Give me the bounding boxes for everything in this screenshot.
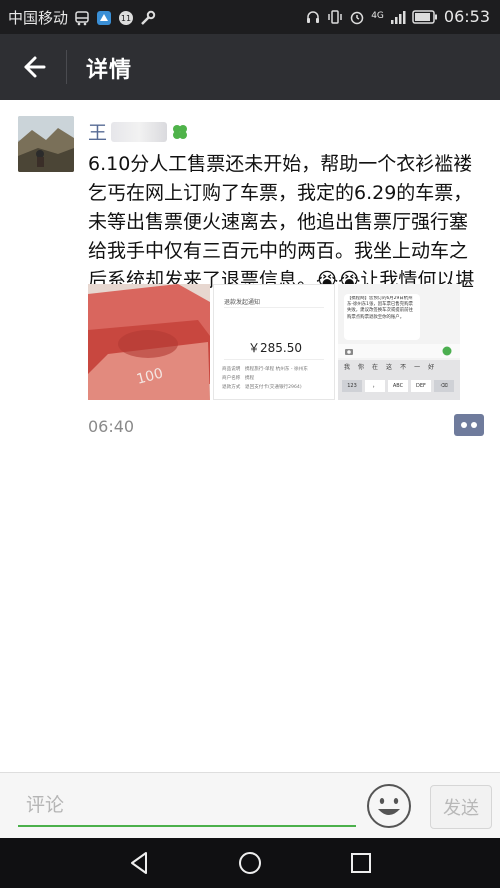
refund-rows: 商品说明 携程旅行-单程 杭州东 - 徐州东 商户名称 携程 退款方式 退回支付… <box>222 367 308 390</box>
ime-suggestions: 我 你 在 这 不 一 好 <box>344 364 435 371</box>
carrier-label: 中国移动 <box>8 9 69 27</box>
post-text: 6.10分人工售票还未开始，帮助一个衣衫褴褛乞丐在网上订购了车票，我定的6.29… <box>88 153 475 291</box>
refund-heading: 退款发起通知 <box>224 299 261 306</box>
app-notification-icon <box>97 10 112 25</box>
author-avatar[interactable] <box>18 116 74 172</box>
send-button[interactable]: 发送 <box>430 785 492 829</box>
comment-bar: 发送 <box>0 772 500 838</box>
wrench-icon <box>141 10 156 25</box>
signal-icon <box>390 10 406 24</box>
avatar-landscape-image <box>18 116 74 172</box>
comment-input[interactable] <box>18 785 356 827</box>
back-arrow-icon[interactable] <box>18 52 48 82</box>
backspace-icon: ⌫ <box>434 380 454 392</box>
headset-icon <box>307 10 320 23</box>
post-image-refund[interactable]: 退款发起通知 ￥285.50 商品说明 携程旅行-单程 杭州东 - 徐州东 商户… <box>213 284 335 400</box>
nav-back-icon[interactable] <box>126 850 152 876</box>
ime-keys: 123 ， ABC DEF ⌫ <box>342 380 454 392</box>
clock: 06:53 <box>443 7 490 26</box>
bus-icon <box>75 10 89 25</box>
refund-amount: ￥285.50 <box>248 341 302 355</box>
send-sms-icon <box>442 346 452 356</box>
post-time: 06:40 <box>88 417 135 436</box>
page-title: 详情 <box>86 58 133 83</box>
author-name[interactable]: 王 <box>88 118 189 145</box>
app-bar: 详情 <box>0 34 500 100</box>
clover-icon <box>173 124 188 139</box>
badge-icon: 11 <box>119 10 134 25</box>
sms-text: 【携程网】您预订的6月29日杭州东-徐州东1张，因车票已售完购票失败，建议改签换… <box>347 296 413 320</box>
emoji-icon[interactable] <box>366 783 412 829</box>
post-image-grid: 100 退款发起通知 ￥285.50 商品说明 携程旅行-单程 杭州东 - 徐州… <box>88 284 460 400</box>
battery-icon <box>412 9 437 24</box>
header-divider <box>66 50 67 84</box>
vibrate-icon <box>328 9 342 24</box>
camera-icon <box>345 349 353 355</box>
status-bar: 中国移动 11 4G 06:53 <box>0 0 500 34</box>
post-image-cash[interactable]: 100 <box>88 284 210 400</box>
dot-icon <box>461 422 467 428</box>
author-name-blur <box>111 121 168 142</box>
nav-home-icon[interactable] <box>237 850 263 876</box>
more-actions-button[interactable] <box>454 414 484 436</box>
cash-photo-image: 100 <box>88 284 210 400</box>
alarm-icon <box>350 11 364 24</box>
network-label: 4G <box>371 11 384 21</box>
post-image-sms[interactable]: 【携程网】您预订的6月29日杭州东-徐州东1张，因车票已售完购票失败，建议改签换… <box>338 284 460 400</box>
svg-text:11: 11 <box>121 14 131 23</box>
dot-icon <box>471 422 477 428</box>
navigation-bar <box>0 838 500 888</box>
author-name-text: 王 <box>88 122 108 144</box>
nav-recents-icon[interactable] <box>348 850 374 876</box>
